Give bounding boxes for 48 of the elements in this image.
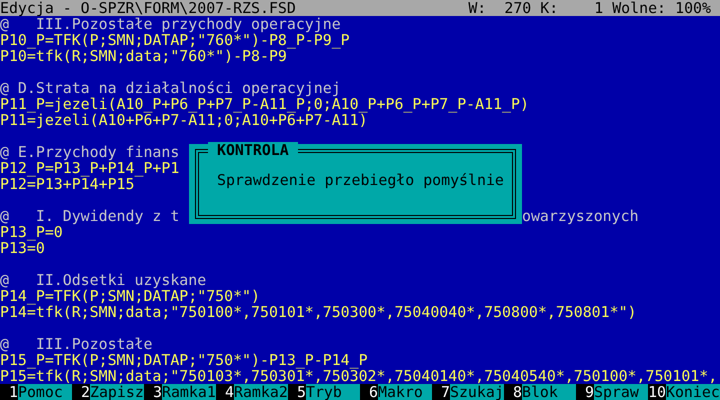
comment-line: @ I. Dywidendy z t <box>0 208 180 224</box>
function-key[interactable]: Pomoc <box>18 384 72 400</box>
code-line: P12=P13+P14+P15 <box>0 176 134 192</box>
comment-line: @ E.Przychody finans <box>0 144 180 160</box>
window-title: Edycja - O-SPZR\FORM\2007-RZS.FSD <box>0 0 297 16</box>
code-line: P14=tfk(R;SMN;data;"750100*,750101*,750300*,75040040*,750800*,750801*") <box>0 304 637 320</box>
comment-line: owarzyszonych <box>522 208 639 224</box>
comment-line: @ III.Pozostałe przychody operacyjne <box>0 16 341 32</box>
status-label: W: <box>468 0 486 16</box>
code-line: P10=tfk(R;SMN;data;"760*")-P8-P9 <box>0 48 287 64</box>
dialog-message: Sprawdzenie przebiegło pomyślnie <box>217 172 504 188</box>
function-key[interactable]: Spraw <box>594 384 648 400</box>
code-line: P15_P=TFK(P;SMN;DATAP;"750*")-P13_P-P14_P <box>0 352 368 368</box>
comment-line: @ II.Odsetki uzyskane <box>0 272 206 288</box>
comment-line: @ D.Strata na działalności operacyjnej <box>0 80 341 96</box>
function-key[interactable]: Blok <box>522 384 576 400</box>
key-number: 8 <box>504 384 522 400</box>
key-number: 3 <box>144 384 162 400</box>
code-line: P13=0 <box>0 240 45 256</box>
code-line: P14_P=TFK(P;SMN;DATAP;"750*") <box>0 288 260 304</box>
function-key[interactable]: Zapisz <box>90 384 144 400</box>
function-key[interactable]: Makro <box>378 384 432 400</box>
status-label: K: <box>540 0 558 16</box>
key-number: 6 <box>360 384 378 400</box>
key-number: 1 <box>0 384 18 400</box>
code-line: P12_P=P13_P+P14_P+P1 <box>0 160 180 176</box>
key-number: 4 <box>216 384 234 400</box>
status-value: 270 <box>503 0 532 16</box>
code-line: P11_P=jezeli(A10_P+P6_P+P7_P-A11_P;0;A10_P+P6_P+P7_P-A11_P) <box>0 96 529 112</box>
code-line: P10_P=TFK(P;SMN;DATAP;"760*")-P8_P-P9_P <box>0 32 350 48</box>
status-value: 1 <box>593 0 604 16</box>
code-line: P15=tfk(R;SMN;data;"750103*,750301*,750302*,75040140*,75040540*,750100*,750101*, <box>0 368 718 384</box>
function-key[interactable]: Koniec <box>666 384 720 400</box>
function-key[interactable]: Ramka2 <box>234 384 288 400</box>
key-number: 9 <box>576 384 594 400</box>
function-key[interactable]: Szukaj <box>450 384 504 400</box>
key-number: 2 <box>72 384 90 400</box>
comment-line: @ III.Pozostałe <box>0 336 152 352</box>
status-value: 100% <box>675 0 711 16</box>
code-line: P13_P=0 <box>0 224 63 240</box>
key-number: 7 <box>432 384 450 400</box>
key-number: 10 <box>648 384 666 400</box>
function-key[interactable]: Tryb <box>306 384 360 400</box>
dialog-title: KONTROLA <box>208 142 298 158</box>
function-key[interactable]: Ramka1 <box>162 384 216 400</box>
key-number: 5 <box>288 384 306 400</box>
status-label: Wolne: <box>612 0 666 16</box>
code-line: P11=jezeli(A10+P6+P7-A11;0;A10+P6+P7-A11) <box>0 112 368 128</box>
